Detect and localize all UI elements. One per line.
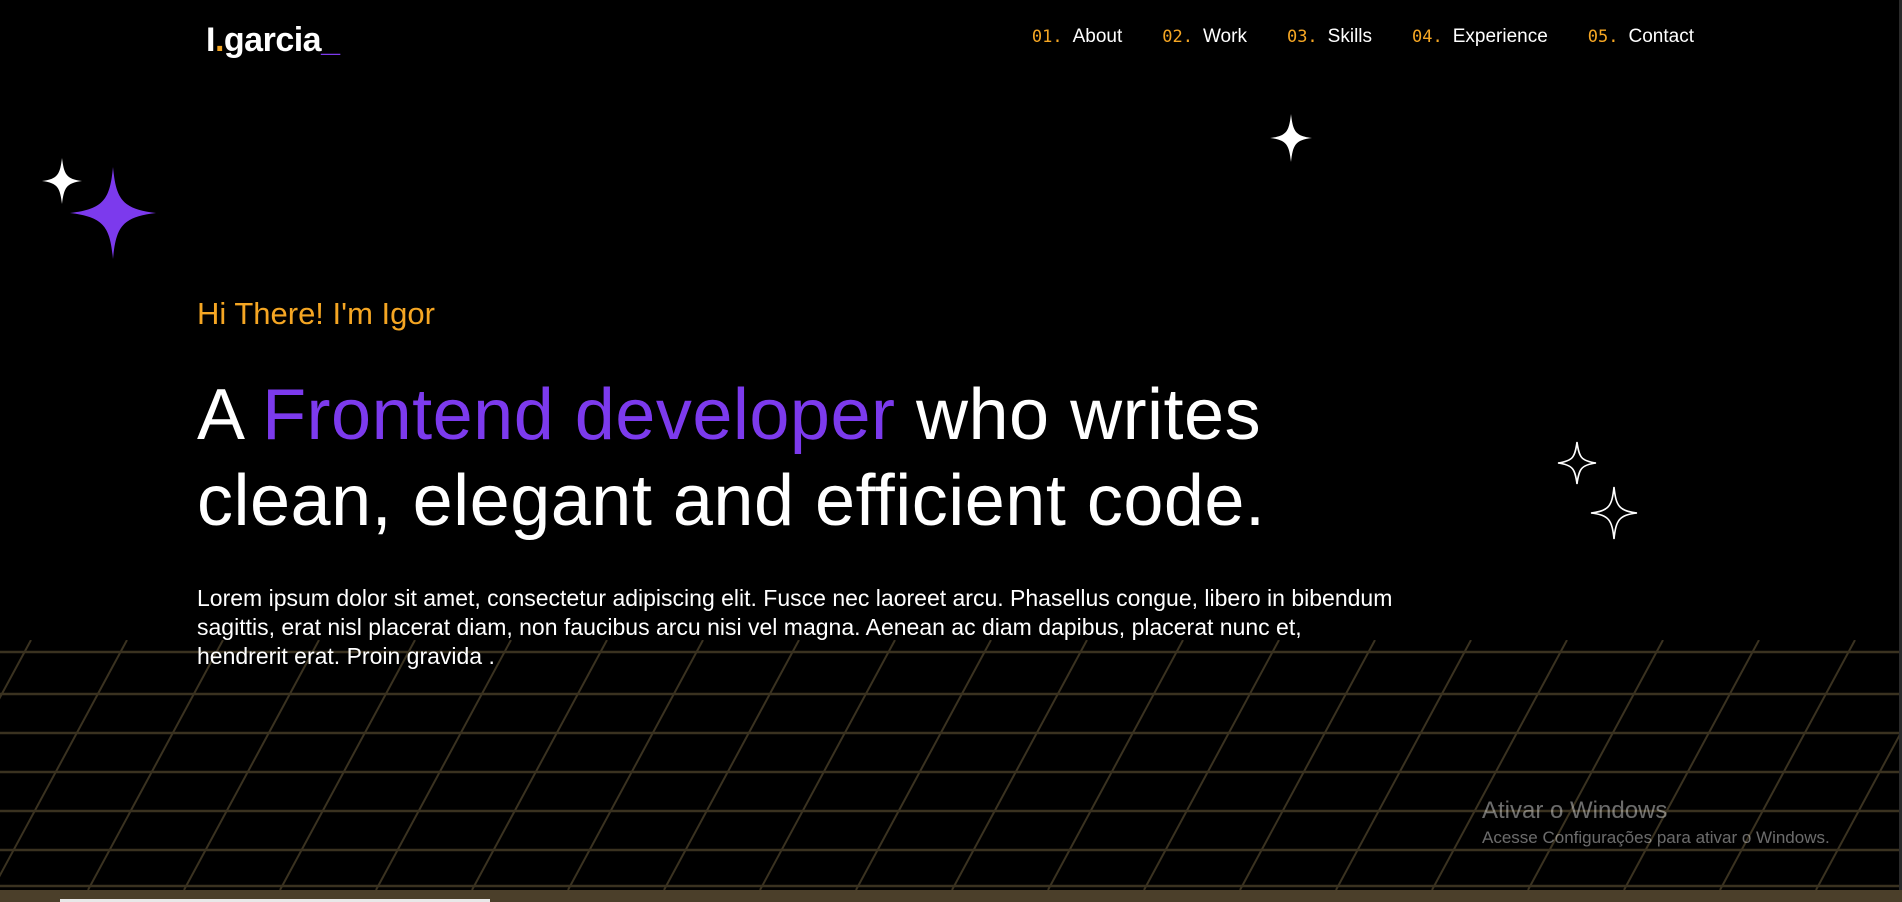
main-nav: 01. About 02. Work 03. Skills 04. Experi…	[1032, 26, 1694, 48]
grid-line-diagonal	[1431, 640, 1568, 890]
nav-number: 03.	[1286, 27, 1318, 47]
grid-line-diagonal	[951, 640, 1088, 890]
logo[interactable]: I.garcia_	[206, 18, 340, 62]
greeting: Hi There! I'm Igor	[197, 296, 435, 331]
grid-line-diagonal	[471, 640, 608, 890]
logo-dot: .	[214, 21, 224, 59]
nav-label: Work	[1202, 26, 1247, 47]
grid-line-diagonal	[1623, 640, 1760, 890]
nav-item-work[interactable]: 02. Work	[1162, 26, 1247, 48]
intro-paragraph: Lorem ipsum dolor sit amet, consectetur …	[197, 585, 1393, 669]
grid-line-diagonal	[855, 640, 992, 890]
nav-item-contact[interactable]: 05. Contact	[1588, 26, 1694, 48]
grid-line-diagonal	[279, 640, 416, 890]
grid-line-diagonal	[1239, 640, 1376, 890]
nav-label: Experience	[1452, 26, 1548, 47]
grid-line-diagonal	[1335, 640, 1472, 890]
windows-activation-watermark: Ativar o Windows Acesse Configurações pa…	[1482, 796, 1830, 850]
nav-number: 04.	[1412, 27, 1443, 47]
grid-line-diagonal	[759, 640, 896, 890]
logo-cursor: _	[321, 21, 340, 59]
headline-pre: A	[197, 375, 263, 455]
nav-item-experience[interactable]: 04. Experience	[1412, 26, 1548, 48]
grid-line-diagonal	[567, 640, 704, 890]
grid-line-diagonal	[1527, 640, 1664, 890]
sparkle-white-icon	[1270, 114, 1312, 162]
watermark-subtitle: Acesse Configurações para ativar o Windo…	[1482, 828, 1830, 847]
watermark-title: Ativar o Windows	[1482, 797, 1668, 824]
logo-name: garcia	[223, 21, 322, 59]
grid-line-diagonal	[87, 640, 224, 890]
grid-line-diagonal	[0, 640, 32, 700]
nav-item-skills[interactable]: 03. Skills	[1287, 26, 1372, 48]
grid-line-diagonal	[1047, 640, 1184, 890]
grid-line-diagonal	[1719, 640, 1856, 890]
grid-line-diagonal	[1815, 728, 1902, 890]
logo-letter: I	[206, 21, 215, 59]
grid-line-diagonal	[183, 640, 320, 890]
nav-number: 05.	[1587, 27, 1619, 47]
headline: A Frontend developer who writes clean, e…	[197, 372, 1397, 544]
nav-number: 01.	[1031, 27, 1063, 47]
nav-label: About	[1072, 26, 1123, 47]
grid-line-diagonal	[1143, 640, 1280, 890]
grid-line-diagonal	[375, 640, 512, 890]
nav-item-about[interactable]: 01. About	[1032, 26, 1122, 48]
nav-label: Contact	[1628, 26, 1694, 47]
headline-accent: Frontend developer	[262, 375, 896, 455]
nav-label: Skills	[1327, 26, 1373, 47]
taskbar-strip	[0, 890, 1902, 902]
grid-line-diagonal	[663, 640, 800, 890]
sparkle-outline-icon	[1557, 441, 1597, 485]
perspective-grid	[0, 640, 1902, 890]
sparkle-purple-large-icon	[70, 167, 156, 259]
sparkle-outline-icon	[1590, 486, 1638, 540]
nav-number: 02.	[1162, 27, 1193, 47]
page: I.garcia_ 01. About 02. Work 03. Skills …	[0, 0, 1902, 902]
